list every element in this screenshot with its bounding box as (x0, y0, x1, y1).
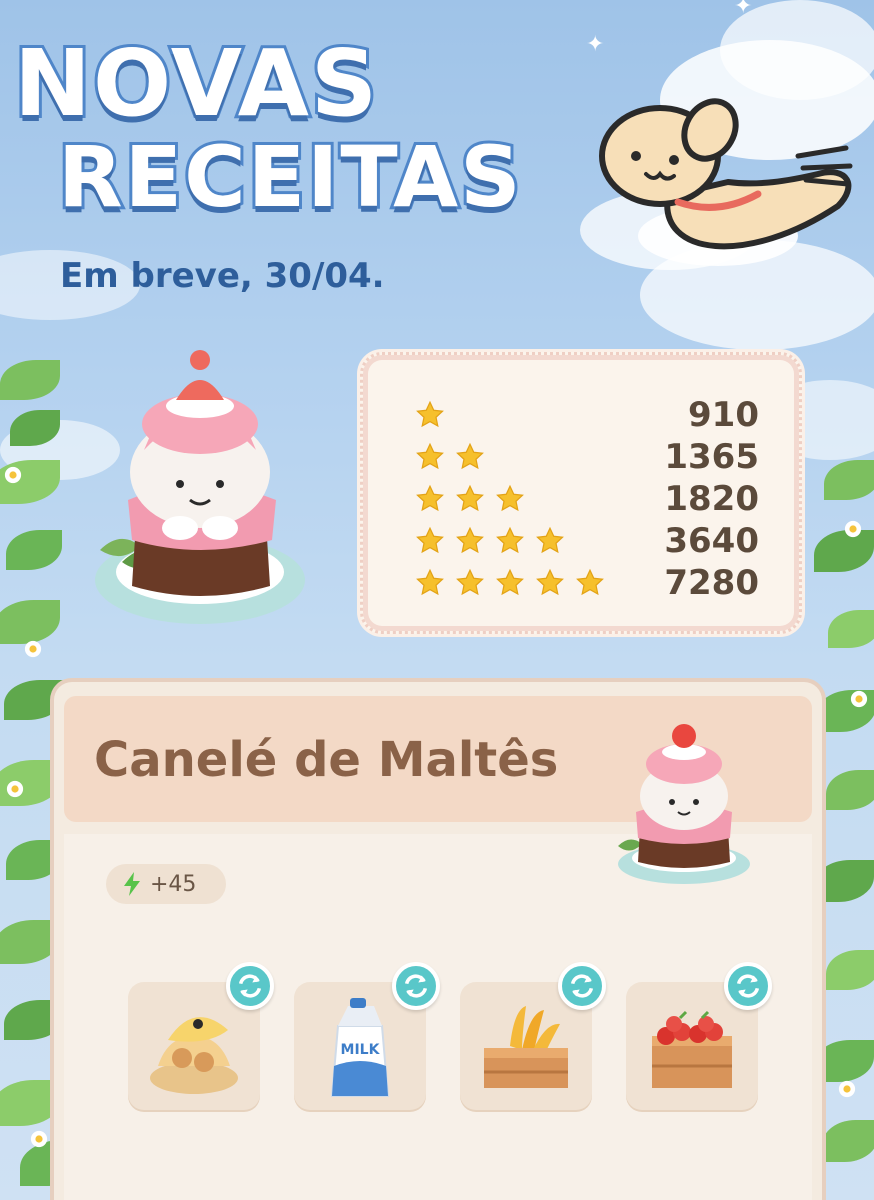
refresh-icon (238, 974, 262, 998)
star-icon (416, 568, 444, 596)
star-icon (536, 526, 564, 554)
ingredient-slot[interactable] (460, 962, 606, 1110)
star-reward-row: 910 (415, 395, 759, 435)
refresh-icon (570, 974, 594, 998)
sparkle-icon: ✦ (734, 0, 753, 19)
star-reward-value: 7280 (664, 563, 759, 603)
star-rating (415, 400, 445, 430)
title-line-1: NOVAS (11, 27, 380, 140)
lightning-icon (124, 872, 140, 896)
star-icon (456, 484, 484, 512)
star-rewards-card: 910 1365 1820 3640 7280 (360, 352, 802, 634)
star-reward-row: 3640 (415, 521, 759, 561)
star-icon (576, 568, 604, 596)
release-date-subtitle: Em breve, 30/04. (60, 256, 385, 296)
ingredient-slot[interactable] (128, 962, 274, 1110)
flower-icon (24, 640, 42, 658)
star-icon (496, 484, 524, 512)
star-reward-row: 1365 (415, 437, 759, 477)
star-rating (415, 568, 605, 598)
swap-ingredient-button[interactable] (392, 962, 440, 1010)
swap-ingredient-button[interactable] (558, 962, 606, 1010)
energy-value: +45 (150, 871, 197, 897)
star-reward-value: 910 (688, 395, 759, 435)
flower-icon (844, 520, 862, 538)
dog-mascot-icon (599, 98, 853, 266)
star-icon (416, 442, 444, 470)
ingredient-slot[interactable]: MILK (294, 962, 440, 1110)
maltese-canele-dessert-icon (95, 350, 305, 624)
flower-icon (850, 690, 868, 708)
ingredient-slot[interactable] (626, 962, 772, 1110)
swap-ingredient-button[interactable] (226, 962, 274, 1010)
star-icon (496, 526, 524, 554)
recipe-panel: Canelé de Maltês +45 MILK (54, 682, 822, 1200)
star-icon (496, 568, 524, 596)
recipe-body: +45 MILK (64, 724, 812, 1200)
svg-text:MILK: MILK (341, 1042, 381, 1058)
star-icon (416, 526, 444, 554)
milk-carton-icon: MILK (330, 998, 390, 1097)
star-reward-value: 1365 (664, 437, 759, 477)
star-icon (416, 400, 444, 428)
flower-icon (30, 1130, 48, 1148)
sparkle-icon: ✦ (586, 32, 605, 57)
right-foliage (814, 440, 874, 1200)
star-rating (415, 484, 525, 514)
ingredients-list: MILK (128, 962, 772, 1110)
star-icon (456, 442, 484, 470)
flower-icon (4, 466, 22, 484)
refresh-icon (404, 974, 428, 998)
flower-icon (6, 780, 24, 798)
star-reward-value: 3640 (664, 521, 759, 561)
star-icon (416, 484, 444, 512)
star-reward-row: 1820 (415, 479, 759, 519)
star-rating (415, 526, 565, 556)
star-rating (415, 442, 485, 472)
title-line-2: RECEITAS (55, 125, 524, 229)
star-reward-value: 1820 (664, 479, 759, 519)
refresh-icon (736, 974, 760, 998)
banana-crate-icon (484, 1006, 568, 1088)
recipe-name: Canelé de Maltês (94, 732, 559, 788)
maltese-canele-dessert-icon (618, 724, 750, 884)
star-reward-row: 7280 (415, 563, 759, 603)
flower-icon (838, 1080, 856, 1098)
star-icon (456, 568, 484, 596)
energy-badge: +45 (106, 864, 226, 904)
star-icon (536, 568, 564, 596)
star-icon (456, 526, 484, 554)
egg-icon (150, 1017, 238, 1094)
strawberry-crate-icon (652, 1010, 732, 1088)
swap-ingredient-button[interactable] (724, 962, 772, 1010)
